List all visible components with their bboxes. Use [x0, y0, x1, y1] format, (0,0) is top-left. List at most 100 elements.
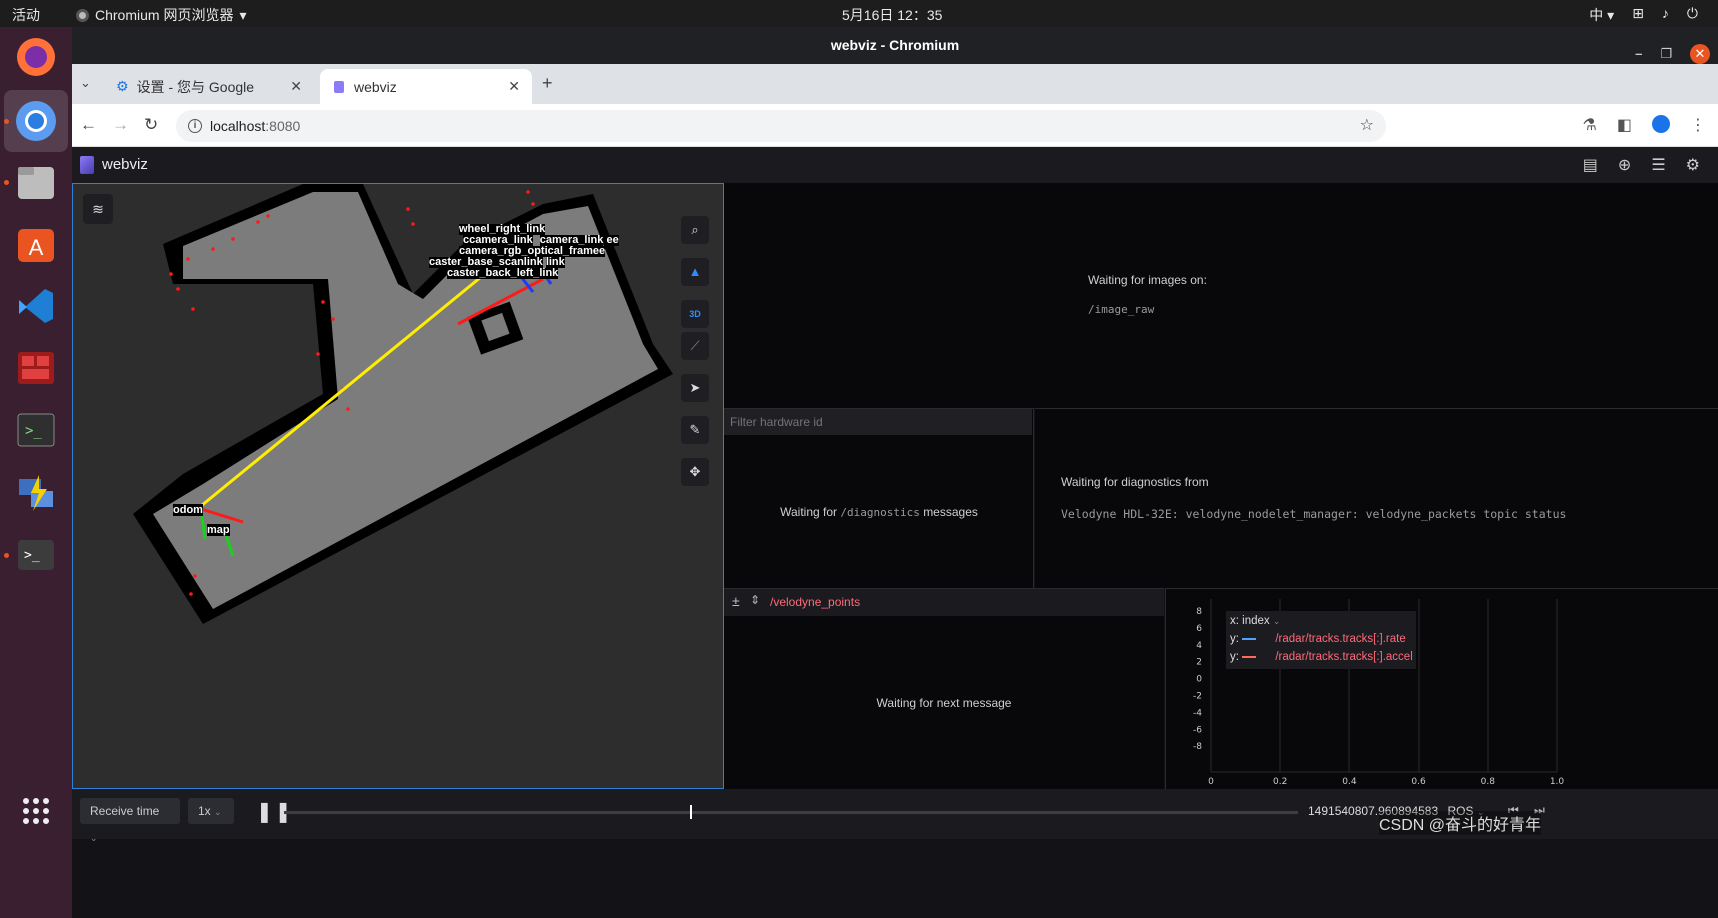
- close-tab-icon[interactable]: ✕: [290, 78, 302, 95]
- software-center-icon[interactable]: A: [12, 220, 60, 268]
- network-icon[interactable]: ⊞: [1632, 5, 1644, 25]
- webviz-logo: [80, 156, 94, 174]
- activities-button[interactable]: 活动: [12, 5, 40, 25]
- terminator-icon[interactable]: [12, 344, 60, 392]
- settings-icon[interactable]: ⚙: [1686, 155, 1700, 175]
- chromium-dock-icon[interactable]: [4, 90, 68, 152]
- window-titlebar[interactable]: webviz - Chromium – ❐ ✕: [72, 27, 1718, 64]
- x-tick-label: 0.6: [1411, 777, 1426, 787]
- ime-label: 中: [1589, 7, 1604, 23]
- labs-icon[interactable]: ⚗: [1583, 115, 1597, 135]
- terminal-icon[interactable]: >_: [12, 406, 60, 454]
- layers-icon[interactable]: ≋: [83, 194, 113, 224]
- time-mode-select[interactable]: Receive time ⌄: [80, 798, 180, 843]
- plot-legend: x: index ⌄ y: /radar/tracks.tracks[:].ra…: [1226, 611, 1416, 669]
- forward-icon[interactable]: →: [112, 115, 129, 135]
- move-icon[interactable]: ✥: [681, 458, 709, 486]
- tab-strip: ⌄ ⚙ 设置 - 您与 Google ✕ webviz ✕ +: [72, 64, 1718, 104]
- x-tick-label: 0.2: [1273, 777, 1287, 787]
- x-axis-selector[interactable]: x: index ⌄: [1230, 615, 1280, 627]
- app-menu-label: Chromium 网页浏览器: [95, 7, 234, 23]
- close-tab-icon[interactable]: ✕: [508, 78, 520, 95]
- raw-messages-panel[interactable]: ± ⇕ /velodyne_points Waiting for next me…: [724, 588, 1164, 789]
- clock[interactable]: 5月16日 12：35: [842, 5, 942, 25]
- diagnostics-right-waiting: Waiting for diagnostics from: [1061, 475, 1209, 489]
- ruler-icon[interactable]: ⟋: [681, 332, 709, 360]
- site-info-icon[interactable]: i: [188, 119, 202, 133]
- pencil-icon[interactable]: ✎: [681, 416, 709, 444]
- system-tray[interactable]: 中 ▾ ⊞ ♪ ⏻: [1589, 5, 1698, 25]
- series-swatch: [1242, 637, 1257, 640]
- 3d-toggle-button[interactable]: 3D: [681, 300, 709, 328]
- y-tick-label: 4: [1196, 641, 1202, 651]
- omnibox[interactable]: i localhost:8080 ☆: [176, 110, 1386, 142]
- tab-webviz[interactable]: webviz ✕: [320, 69, 532, 104]
- scrubber-thumb[interactable]: [690, 805, 692, 819]
- select-cursor-icon[interactable]: ➤: [681, 374, 709, 402]
- raw-waiting-text: Waiting for next message: [876, 696, 1012, 710]
- gear-icon: ⚙: [116, 78, 129, 94]
- running-indicator: [4, 119, 9, 124]
- webviz-favicon: [334, 80, 344, 93]
- legend-series-0[interactable]: y: /radar/tracks.tracks[:].rate: [1230, 633, 1406, 645]
- input-method-indicator[interactable]: 中 ▾: [1589, 5, 1614, 25]
- playback-bar: Receive time ⌄ 1x ⌄ ❚❚ 1491540807.960894…: [72, 789, 1718, 843]
- image-panel[interactable]: Waiting for images on: /image_raw: [724, 183, 1718, 408]
- window-title: webviz - Chromium: [830, 37, 960, 53]
- expand-collapse-icon[interactable]: ±: [732, 593, 740, 609]
- reload-icon[interactable]: ↻: [144, 115, 158, 135]
- close-window-icon[interactable]: ✕: [1690, 43, 1710, 64]
- x-value: index: [1242, 615, 1270, 627]
- dock: A >_ >_: [0, 27, 72, 918]
- tab-search-icon[interactable]: ⌄: [80, 75, 91, 91]
- series-swatch: [1242, 655, 1257, 658]
- 3d-panel[interactable]: wheel_right_link ccamera_link camera_lin…: [72, 183, 724, 789]
- time-mode-label: Receive time: [90, 804, 160, 818]
- speed-select[interactable]: 1x ⌄: [188, 798, 234, 824]
- files-icon[interactable]: [12, 158, 60, 206]
- x-tick-label: 0.4: [1342, 777, 1357, 787]
- follow-icon[interactable]: ▲: [681, 258, 709, 286]
- side-panel-icon[interactable]: ◧: [1617, 115, 1632, 135]
- firefox-icon[interactable]: [12, 33, 60, 81]
- diagnostics-detail-panel[interactable]: Waiting for diagnostics from Velodyne HD…: [1035, 408, 1718, 588]
- filter-hardware-id-input[interactable]: [724, 409, 1032, 435]
- star-icon[interactable]: ☆: [1360, 110, 1374, 142]
- legend-series-1[interactable]: y: /radar/tracks.tracks[:].accel: [1230, 651, 1413, 663]
- volume-icon[interactable]: ♪: [1662, 5, 1669, 25]
- waiting-suffix: messages: [923, 505, 978, 519]
- network-tool-icon[interactable]: [12, 468, 60, 516]
- y-tick-label: 2: [1196, 658, 1202, 668]
- vscode-icon[interactable]: [12, 282, 60, 330]
- power-icon[interactable]: ⏻: [1687, 5, 1698, 25]
- sort-icon[interactable]: ⇕: [750, 593, 760, 607]
- tab-settings[interactable]: ⚙ 设置 - 您与 Google ✕: [102, 69, 314, 104]
- diagnostics-waiting-text: Waiting for /diagnostics messages: [724, 505, 1034, 519]
- raw-messages-toolbar: ± ⇕ /velodyne_points: [724, 589, 1164, 616]
- data-source-icon[interactable]: ☰: [1651, 155, 1665, 175]
- y-tick-label: -6: [1193, 725, 1202, 735]
- back-icon[interactable]: ←: [80, 115, 97, 135]
- plot-panel[interactable]: 8 6 4 2 0 -2 -4 -6 -8 0 0.2 0.4 0.6 0.8 1.0 x: index …: [1165, 588, 1718, 789]
- browser-window: webviz - Chromium – ❐ ✕ ⌄ ⚙ 设置 - 您与 Goog…: [72, 27, 1718, 918]
- y-tick-label: -2: [1193, 692, 1202, 702]
- topic-path-input[interactable]: /velodyne_points: [770, 595, 860, 609]
- add-panel-icon[interactable]: ⊕: [1618, 155, 1631, 175]
- diagnostics-summary-panel[interactable]: Waiting for /diagnostics messages: [724, 408, 1034, 588]
- search-icon[interactable]: ⌕: [681, 216, 709, 244]
- menu-icon[interactable]: ⋮: [1690, 115, 1706, 135]
- layout-icon[interactable]: ▤: [1583, 155, 1598, 175]
- playback-scrubber[interactable]: [284, 811, 1298, 814]
- new-tab-icon[interactable]: +: [542, 73, 553, 94]
- show-apps-icon[interactable]: [12, 787, 60, 835]
- image-topic: /image_raw: [1088, 303, 1155, 316]
- running-indicator: [4, 553, 9, 558]
- 3d-scene[interactable]: [73, 184, 724, 789]
- tf-label-cluster: wheel_right_link ccamera_link camera_lin…: [429, 224, 619, 279]
- x-tick-label: 1.0: [1550, 777, 1565, 787]
- browser-toolbar-right: ⚗ ◧ ⋮: [1583, 115, 1706, 135]
- terminal-running-icon[interactable]: >_: [12, 530, 60, 578]
- profile-icon[interactable]: [1652, 115, 1670, 133]
- app-menu[interactable]: Chromium 网页浏览器 ▾: [76, 5, 247, 25]
- series-path: /radar/tracks.tracks[:].accel: [1275, 651, 1413, 663]
